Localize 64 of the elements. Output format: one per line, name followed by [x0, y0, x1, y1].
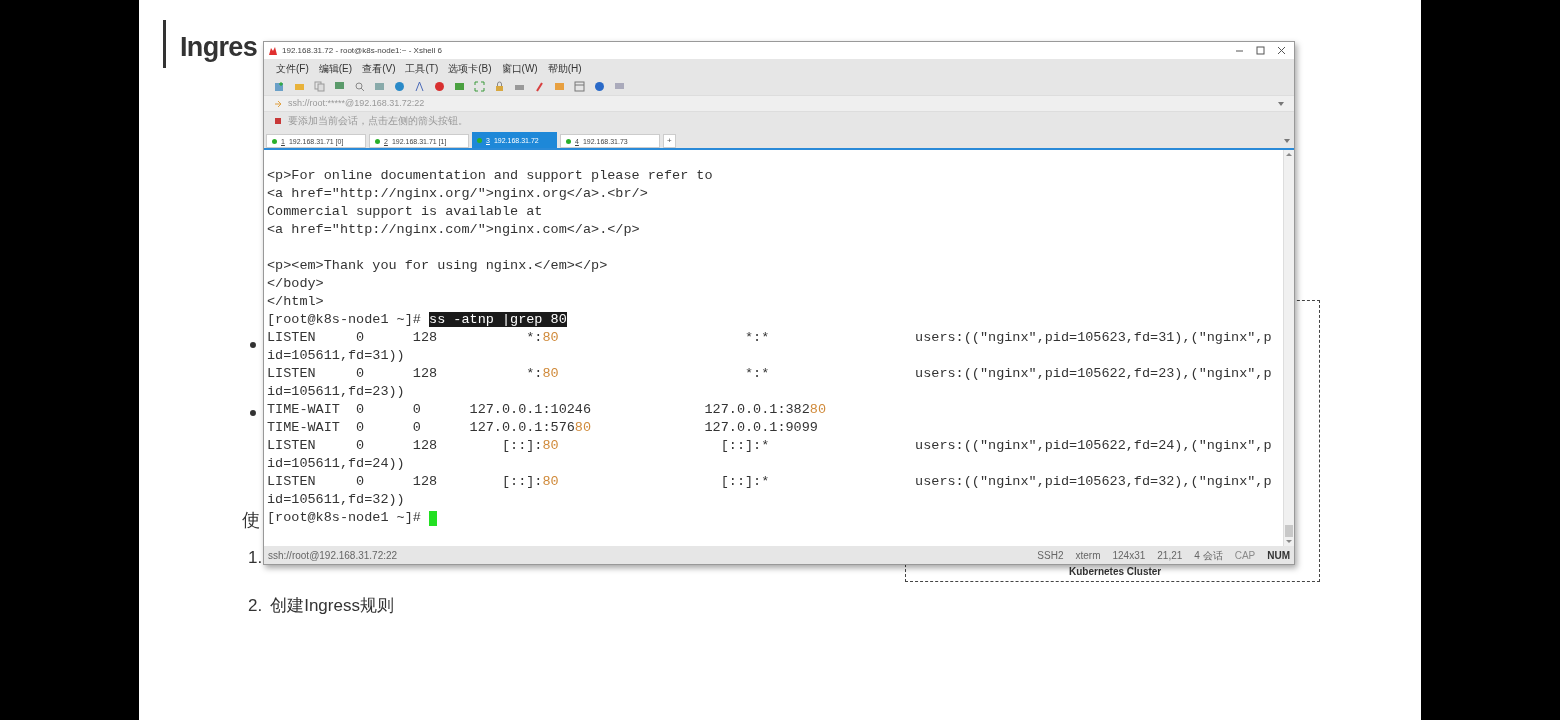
window-title: 192.168.31.72 - root@k8s-node1:~ - Xshell 6	[282, 44, 442, 57]
scrollbar[interactable]	[1283, 150, 1294, 546]
copy-icon[interactable]	[314, 80, 325, 92]
dropdown-icon[interactable]	[1284, 138, 1290, 144]
fullscreen-icon[interactable]	[474, 80, 485, 92]
menu-item[interactable]: 文件(F)	[276, 60, 309, 76]
terminal-line: LISTEN 0 128 [::]:80 [::]:* users:(("nginx",pid=105622,fd=24),("nginx",p	[267, 437, 1272, 455]
round-icon[interactable]	[434, 80, 445, 92]
status-field: 124x31	[1112, 547, 1146, 563]
scroll-thumb[interactable]	[1285, 525, 1293, 537]
menu-item[interactable]: 窗口(W)	[501, 60, 538, 76]
terminal-line: TIME-WAIT 0 0 127.0.0.1:10246 127.0.0.1:38280	[267, 401, 826, 419]
terminal-line: <a href="http://nginx.org/">nginx.org</a>.<br/>	[267, 185, 648, 203]
hint-text: 要添加当前会话，点击左侧的箭头按钮。	[288, 114, 468, 128]
terminal-line: </html>	[267, 293, 324, 311]
connection-text: ssh://root@192.168.31.72:22	[268, 548, 398, 563]
menu-item[interactable]: 编辑(E)	[318, 60, 353, 76]
bookmark-icon	[274, 116, 282, 125]
status-field: 4 会话	[1194, 547, 1223, 563]
status-indicator: NUM	[1267, 548, 1290, 563]
close-icon[interactable]	[1277, 46, 1286, 55]
lock-icon[interactable]	[494, 80, 505, 92]
menu-item[interactable]: 帮助(H)	[547, 60, 582, 76]
diagram-label: Kubernetes Cluster	[1069, 566, 1162, 578]
menu-item[interactable]: 查看(V)	[362, 60, 396, 76]
terminal-line: <a href="http://nginx.com/">nginx.com</a>.</p>	[267, 221, 640, 239]
scroll-up-icon[interactable]	[1286, 152, 1292, 157]
menu-item[interactable]: 工具(T)	[405, 60, 439, 76]
title-bar-accent	[163, 20, 166, 68]
menu-item[interactable]: 选项卡(B)	[448, 60, 492, 76]
dropdown-icon[interactable]	[1278, 100, 1284, 107]
terminal-line: id=105611,fd=24))	[267, 455, 405, 473]
terminal-line: [root@k8s-node1 ~]# ss -atnp |grep 80	[267, 311, 567, 329]
terminal-line: <p>For online documentation and support please refer to	[267, 167, 713, 185]
terminal-line: LISTEN 0 128 *:80 *:* users:(("nginx",pid=105622,fd=23),("nginx",p	[267, 365, 1272, 383]
terminal-line: LISTEN 0 128 *:80 *:* users:(("nginx",pid=105623,fd=31),("nginx",p	[267, 329, 1272, 347]
terminal-line: <p><em>Thank you for using nginx.</em></p>	[267, 257, 608, 275]
layout-icon[interactable]	[574, 80, 585, 92]
terminal-line: id=105611,fd=31))	[267, 347, 405, 365]
status-field: xterm	[1075, 547, 1101, 563]
status-field: SSH2	[1037, 547, 1064, 563]
search-icon[interactable]	[354, 80, 365, 92]
terminal-line: Commercial support is available at	[267, 203, 543, 221]
scroll-down-icon[interactable]	[1286, 539, 1292, 544]
app-icon	[268, 45, 278, 56]
terminal-line: id=105611,fd=23))	[267, 383, 405, 401]
terminal-line: </body>	[267, 275, 324, 293]
status-field: 21,21	[1157, 547, 1183, 563]
maximize-icon[interactable]	[1256, 46, 1265, 55]
list-number: 1.	[248, 547, 263, 569]
terminal-line: LISTEN 0 128 [::]:80 [::]:* users:(("nginx",pid=105623,fd=32),("nginx",p	[267, 473, 1272, 491]
square-icon[interactable]	[454, 80, 465, 92]
bullet-icon	[250, 410, 256, 416]
terminal-line: id=105611,fd=32))	[267, 491, 405, 509]
bullet-icon	[250, 342, 256, 348]
list-item-text: 创建Ingress规则	[270, 594, 394, 617]
slide-text: 使	[242, 509, 260, 532]
terminal-line: [root@k8s-node1 ~]#	[267, 509, 422, 527]
arrow-icon	[274, 99, 282, 108]
new-tab-button[interactable]: +	[663, 134, 676, 148]
terminal-line: TIME-WAIT 0 0 127.0.0.1:57680 127.0.0.1:9099	[267, 419, 818, 437]
status-indicator: CAP	[1234, 548, 1256, 563]
list-number: 2.	[248, 594, 263, 617]
slide-title: Ingres	[180, 31, 257, 64]
